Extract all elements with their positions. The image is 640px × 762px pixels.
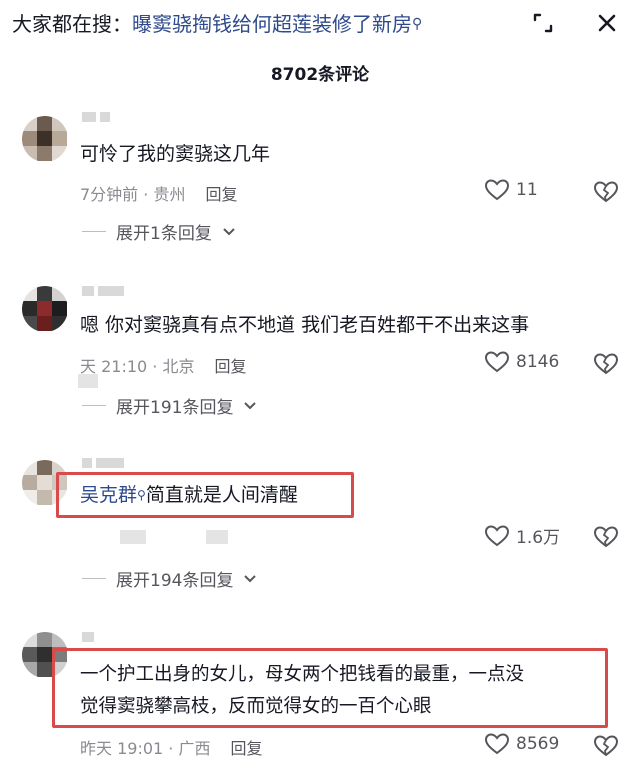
avatar[interactable] <box>22 116 68 162</box>
comment-text: 吴克群⚲简直就是人间清醒 <box>80 481 298 510</box>
broken-heart-icon[interactable] <box>593 352 619 376</box>
expand-replies-button[interactable]: 展开191条回复 <box>82 393 257 418</box>
mentioned-user-link[interactable]: 吴克群 <box>80 484 137 506</box>
divider-line <box>82 578 106 579</box>
blurred-area <box>206 530 228 544</box>
chevron-down-icon <box>223 227 235 235</box>
like-count: 8146 <box>516 352 560 372</box>
heart-icon <box>484 179 510 201</box>
broken-heart-icon[interactable] <box>593 525 619 549</box>
expand-replies-label: 展开191条回复 <box>116 398 234 418</box>
search-icon: ⚲ <box>137 488 146 502</box>
comment-meta: 天 21:10 · 北京 回复 <box>80 353 246 377</box>
blurred-area <box>120 530 146 544</box>
broken-heart-icon[interactable] <box>593 734 619 758</box>
avatar[interactable] <box>22 286 68 332</box>
comment-time-location: 7分钟前 · 贵州 <box>80 185 186 204</box>
expand-replies-button[interactable]: 展开1条回复 <box>82 219 236 244</box>
blurred-area <box>78 374 98 388</box>
username-blurred[interactable] <box>82 458 124 472</box>
reply-button[interactable]: 回复 <box>205 185 237 204</box>
search-icon: ⚲ <box>412 16 423 32</box>
trending-search-prefix: 大家都在搜： <box>12 12 132 36</box>
expand-replies-button[interactable]: 展开194条回复 <box>82 566 257 591</box>
trending-search-query[interactable]: 曝窦骁掏钱给何超莲装修了新房 <box>132 12 412 36</box>
expand-replies-label: 展开194条回复 <box>116 571 234 591</box>
like-button[interactable]: 1.6万 <box>484 523 560 548</box>
heart-icon <box>484 733 510 755</box>
like-count: 1.6万 <box>516 528 561 548</box>
close-icon[interactable] <box>592 8 622 38</box>
like-count: 11 <box>516 180 538 200</box>
heart-icon <box>484 524 510 546</box>
divider-line <box>82 231 106 232</box>
comment-meta: 7分钟前 · 贵州 回复 <box>80 181 237 205</box>
expand-replies-label: 展开1条回复 <box>116 224 212 244</box>
like-button[interactable]: 11 <box>484 178 538 202</box>
divider-line <box>82 405 106 406</box>
username-blurred[interactable] <box>82 286 124 300</box>
comment-text-line-1: 一个护工出身的女儿，母女两个把钱看的最重，一点没 <box>80 664 525 685</box>
expand-icon[interactable] <box>528 8 558 38</box>
heart-icon <box>484 351 510 373</box>
top-bar: 大家都在搜：曝窦骁掏钱给何超莲装修了新房⚲ <box>0 0 640 50</box>
chevron-down-icon <box>244 574 257 582</box>
reply-button[interactable]: 回复 <box>214 357 246 376</box>
username-blurred[interactable] <box>82 632 94 646</box>
comment-meta: 昨天 19:01 · 广西 回复 <box>80 735 262 759</box>
username-blurred[interactable] <box>82 112 110 126</box>
comment-text: 可怜了我的窦骁这几年 <box>80 143 271 165</box>
like-count: 8569 <box>516 734 560 754</box>
comments-count: 8702条评论 <box>270 65 370 85</box>
like-button[interactable]: 8569 <box>484 732 559 756</box>
trending-search[interactable]: 大家都在搜：曝窦骁掏钱给何超莲装修了新房⚲ <box>12 10 422 38</box>
comment-body: 简直就是人间清醒 <box>145 484 298 506</box>
comment-text: 嗯 你对窦骁真有点不地道 我们老百姓都干不出来这事 <box>80 314 530 336</box>
reply-button[interactable]: 回复 <box>230 739 262 758</box>
broken-heart-icon[interactable] <box>593 180 619 204</box>
like-button[interactable]: 8146 <box>484 350 559 374</box>
chevron-down-icon <box>244 401 257 409</box>
comment-time-location: 昨天 19:01 · 广西 <box>80 739 211 758</box>
comment-text-line-2: 觉得窦骁攀高枝，反而觉得女的一百个心眼 <box>80 696 432 717</box>
